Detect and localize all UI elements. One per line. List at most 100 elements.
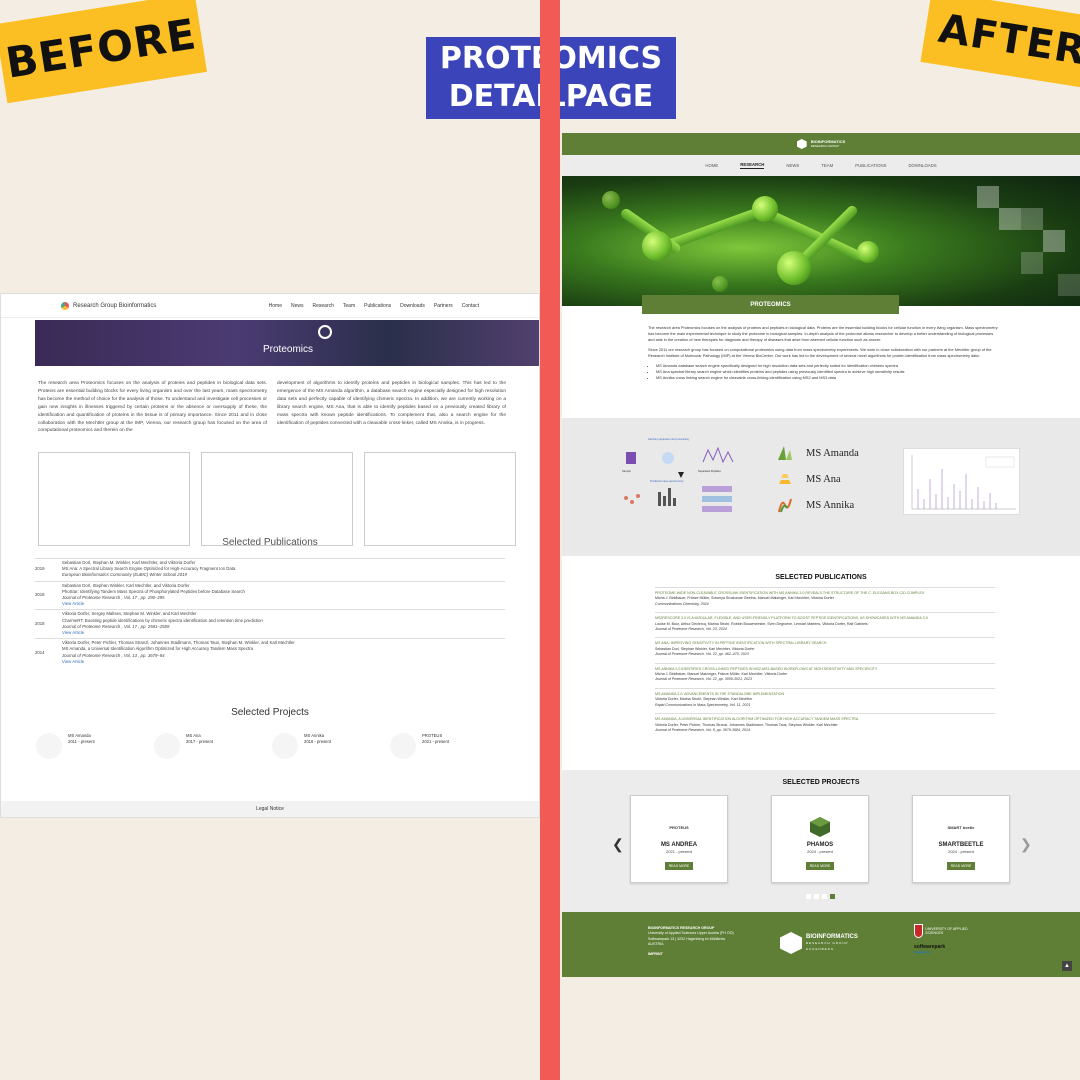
intro-paragraph-1: The research area Proteomics focuses on …	[648, 325, 998, 342]
nav-research[interactable]: Research	[313, 303, 334, 309]
ms-amanda-item[interactable]: MS Amanda	[776, 444, 859, 462]
arrow-down-icon	[678, 472, 684, 478]
view-article-link[interactable]: View Article	[62, 630, 505, 636]
molecule-atom	[777, 251, 811, 285]
pub-journal: Journal of Proteome Research, Vol. 8, pp…	[655, 727, 750, 732]
read-more-button[interactable]: READ MORE	[946, 862, 976, 870]
project-date: 2016 - present	[304, 739, 332, 744]
project-logo-icon	[272, 733, 298, 759]
pub-journal: Communications Chemistry, 2024	[655, 601, 709, 606]
cube-logo-icon	[796, 139, 807, 149]
project-date: 2021 - present	[666, 849, 692, 854]
after-page: BIOINFORMATICS RESEARCH GROUP HOME RESEA…	[562, 133, 1080, 977]
nav-research[interactable]: RESEARCH	[740, 162, 765, 169]
smartbeetle-logo: SMART beetle	[913, 816, 1009, 838]
legal-notice-link[interactable]: Legal Notice	[1, 801, 539, 817]
nav-team[interactable]: Team	[343, 303, 355, 309]
project-item[interactable]: MS Annika 2016 - present	[272, 733, 390, 759]
decor-square	[1021, 252, 1043, 274]
before-page: Research Group Bioinformatics Home News …	[0, 293, 540, 818]
project-item[interactable]: PROTEUS 2021 - present	[390, 733, 508, 759]
molecule-atom	[752, 196, 778, 222]
nav-downloads[interactable]: Downloads	[400, 303, 425, 309]
molecule-atom	[642, 231, 672, 261]
bullet-item: MS Annika cross linking search engine fo…	[656, 375, 998, 381]
footer-line3: AUSTRIA	[648, 942, 664, 947]
decor-square	[977, 186, 999, 208]
project-item[interactable]: MS Ana 2017 - present	[154, 733, 272, 759]
ms-amanda-icon	[778, 446, 792, 460]
nav-news[interactable]: NEWS	[786, 163, 799, 168]
project-item[interactable]: MS Amanda 2011 - present	[36, 733, 154, 759]
imprint-link[interactable]: IMPRINT	[648, 952, 734, 957]
ms-ana-item[interactable]: MS Ana	[776, 470, 859, 488]
carousel-next-icon[interactable]: ❯	[1020, 836, 1032, 853]
carousel-prev-icon[interactable]: ❮	[612, 836, 624, 853]
tools-band: Sample preparation and processing Sample…	[562, 418, 1080, 556]
project-name: SMARTBEETLE	[938, 842, 984, 848]
project-logo-icon	[36, 733, 62, 759]
before-image-placeholders	[38, 452, 516, 546]
footer-logo-sub2: HAGENBERG	[806, 947, 835, 951]
cube-icon	[810, 817, 830, 837]
scroll-to-top-icon[interactable]: ▲	[1062, 961, 1072, 971]
intro-bullets: MS Amanda database search engine specifi…	[656, 363, 998, 381]
nav-partners[interactable]: Partners	[434, 303, 453, 309]
university-logo[interactable]: UNIVERSITY OF APPLIED SCIENCES	[914, 924, 970, 938]
list-item: MS2RESCORE 3.0 IS A MODULAR, FLEXIBLE, A…	[655, 612, 995, 637]
proteus-logo: PROTEUS	[631, 816, 727, 838]
projects-section: SELECTED PROJECTS ❮ PROTEUS MS ANDREA 20…	[562, 770, 1080, 912]
project-card: SMART beetle SMARTBEETLE 2024 - present …	[912, 795, 1010, 883]
after-topbar: BIOINFORMATICS RESEARCH GROUP	[562, 133, 1080, 155]
flask-icon	[626, 452, 636, 464]
nav-downloads[interactable]: DOWNLOADS	[908, 163, 936, 168]
nav-home[interactable]: Home	[269, 303, 282, 309]
view-article-link[interactable]: View Article	[62, 659, 505, 665]
nav-team[interactable]: TEAM	[821, 163, 833, 168]
project-logo-icon	[390, 733, 416, 759]
ms-annika-item[interactable]: MS Annika	[776, 496, 859, 514]
sample-icon	[662, 452, 674, 464]
footer-logo[interactable]: BIOINFORMATICS RESEARCH GROUP HAGENBERG	[780, 932, 858, 954]
ms-amanda-label: MS Amanda	[806, 447, 859, 459]
project-logo-icon	[154, 733, 180, 759]
read-more-button[interactable]: READ MORE	[805, 862, 835, 870]
view-article-link[interactable]: View Article	[62, 601, 505, 607]
nav-publications[interactable]: Publications	[364, 303, 391, 309]
after-label: AFTER	[920, 0, 1080, 90]
before-brand[interactable]: Research Group Bioinformatics	[61, 301, 157, 310]
ms-ana-icon	[779, 474, 791, 484]
ms-tool-list: MS Amanda MS Ana MS Annika	[776, 444, 859, 522]
peptide-icon	[624, 496, 628, 500]
pub-year: 2014	[35, 649, 45, 655]
brand-name: Research Group Bioinformatics	[73, 302, 157, 309]
nav-contact[interactable]: Contact	[462, 303, 479, 309]
nav-news[interactable]: News	[291, 303, 304, 309]
list-item: MS AMANDA 2.0: ADVANCEMENTS IN THE STAND…	[655, 687, 995, 713]
partner-logos: UNIVERSITY OF APPLIED SCIENCES softwarep…	[914, 924, 970, 954]
list-item: 2019 Sebastian Dorl, Stephan M. Winkler,…	[35, 558, 505, 581]
after-logo[interactable]: BIOINFORMATICS RESEARCH GROUP	[811, 139, 846, 149]
nav-home[interactable]: HOME	[705, 163, 718, 168]
spectrum-chart-graphic	[911, 455, 1016, 510]
carousel-dot[interactable]	[806, 894, 811, 899]
list-item: MS ANA: IMPROVING SENSITIVITY IN PEPTIDE…	[655, 637, 995, 662]
list-item: 2018 Viktoria Dorfer, Sergey Maltsev, St…	[35, 609, 505, 638]
divider	[540, 0, 560, 1080]
before-pubs-title: Selected Publications	[222, 537, 318, 548]
before-intro-col2: development of algorithms to identify pr…	[277, 381, 506, 426]
carousel-dot-active[interactable]	[830, 894, 835, 899]
softwarepark-logo[interactable]: softwarepark Hagenberg	[914, 944, 970, 954]
read-more-button[interactable]: READ MORE	[664, 862, 694, 870]
carousel-dot[interactable]	[822, 894, 827, 899]
after-logo-sub: RESEARCH GROUP	[810, 144, 840, 148]
broken-image-icon	[38, 452, 190, 546]
list-item: 2014 Viktoria Dorfer, Peter Pichler, Tho…	[35, 638, 505, 667]
university-name: UNIVERSITY OF APPLIED SCIENCES	[925, 927, 968, 935]
nav-publications[interactable]: PUBLICATIONS	[855, 163, 886, 168]
shield-icon	[914, 924, 924, 938]
list-item: MS ANNIKA 2.0 IDENTIFIES CROSS-LINKED PE…	[655, 662, 995, 688]
project-name: PHAMOS	[806, 842, 834, 848]
carousel-dot[interactable]	[814, 894, 819, 899]
project-logo-text: PROTEUS	[669, 824, 689, 830]
